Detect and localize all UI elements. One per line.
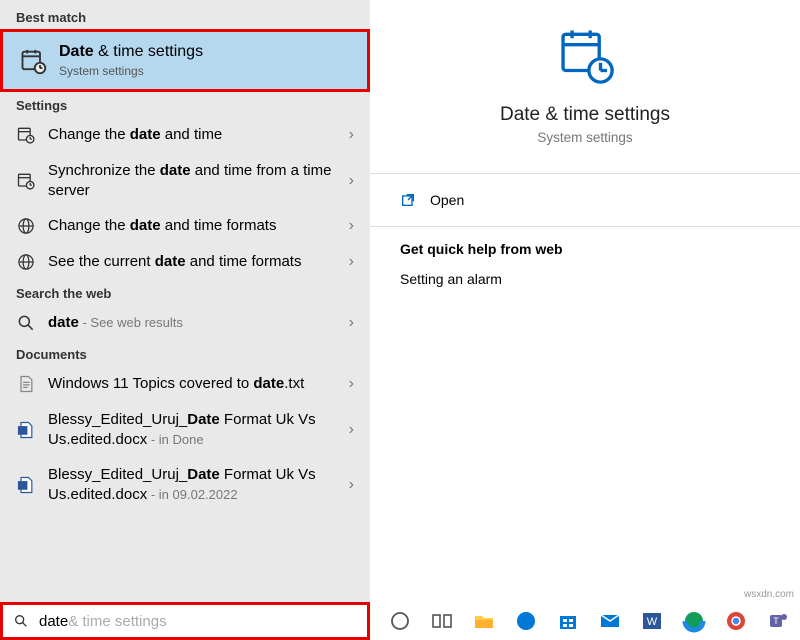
preview-subtitle: System settings	[537, 130, 632, 145]
document-result[interactable]: W Blessy_Edited_Uruj_Date Format Uk Vs U…	[0, 402, 370, 457]
calendar-clock-icon	[554, 24, 616, 86]
svg-text:W: W	[20, 483, 26, 489]
settings-result[interactable]: Synchronize the date and time from a tim…	[0, 153, 370, 208]
documents-header: Documents	[0, 341, 370, 366]
search-typed-text: date	[39, 613, 68, 630]
globe-icon	[16, 252, 36, 272]
preview-title: Date & time settings	[500, 104, 670, 126]
result-label: See the current date and time formats	[48, 252, 341, 272]
chevron-right-icon: ›	[349, 172, 354, 190]
web-result[interactable]: date - See web results ›	[0, 305, 370, 341]
result-label: Synchronize the date and time from a tim…	[48, 161, 341, 200]
preview-panel: Date & time settings System settings Ope…	[370, 0, 800, 602]
edge-icon[interactable]	[682, 609, 706, 633]
edge-legacy-icon[interactable]	[514, 609, 538, 633]
calendar-clock-icon	[16, 171, 36, 191]
result-label: Change the date and time formats	[48, 216, 341, 236]
result-label: Blessy_Edited_Uruj_Date Format Uk Vs Us.…	[48, 465, 341, 504]
file-explorer-icon[interactable]	[472, 609, 496, 633]
document-result[interactable]: W Blessy_Edited_Uruj_Date Format Uk Vs U…	[0, 457, 370, 512]
open-label: Open	[430, 192, 464, 208]
chrome-icon[interactable]	[724, 609, 748, 633]
chevron-right-icon: ›	[349, 421, 354, 439]
best-match-header: Best match	[0, 4, 370, 29]
best-match-title: Date & time settings	[59, 42, 203, 62]
open-action[interactable]: Open	[370, 174, 800, 226]
word-file-icon: W	[16, 420, 36, 440]
chevron-right-icon: ›	[349, 476, 354, 494]
search-box[interactable]: date & time settings	[0, 602, 370, 640]
settings-result[interactable]: Change the date and time formats ›	[0, 208, 370, 244]
svg-text:W: W	[647, 616, 658, 628]
search-ghost-text: & time settings	[68, 613, 166, 630]
settings-result[interactable]: Change the date and time ›	[0, 117, 370, 153]
best-match-subtitle: System settings	[59, 64, 203, 79]
svg-text:W: W	[20, 428, 26, 434]
search-icon	[16, 313, 36, 333]
document-result[interactable]: Windows 11 Topics covered to date.txt ›	[0, 366, 370, 402]
svg-text:T: T	[773, 616, 779, 626]
result-label: date - See web results	[48, 313, 341, 333]
chevron-right-icon: ›	[349, 126, 354, 144]
chevron-right-icon: ›	[349, 217, 354, 235]
best-match-result[interactable]: Date & time settings System settings	[0, 29, 370, 92]
chevron-right-icon: ›	[349, 253, 354, 271]
globe-icon	[16, 216, 36, 236]
search-results-panel: Best match Date & time settings System s…	[0, 0, 370, 602]
calendar-clock-icon	[19, 47, 47, 75]
open-icon	[400, 192, 416, 208]
mail-icon[interactable]	[598, 609, 622, 633]
cortana-icon[interactable]	[388, 609, 412, 633]
chevron-right-icon: ›	[349, 375, 354, 393]
settings-result[interactable]: See the current date and time formats ›	[0, 244, 370, 280]
watermark: wsxdn.com	[744, 589, 794, 600]
help-link-alarm[interactable]: Setting an alarm	[370, 267, 532, 291]
store-icon[interactable]	[556, 609, 580, 633]
word-icon[interactable]: W	[640, 609, 664, 633]
task-view-icon[interactable]	[430, 609, 454, 633]
result-label: Windows 11 Topics covered to date.txt	[48, 374, 341, 394]
calendar-clock-icon	[16, 125, 36, 145]
text-file-icon	[16, 374, 36, 394]
word-file-icon: W	[16, 475, 36, 495]
search-icon	[13, 613, 29, 629]
search-web-header: Search the web	[0, 280, 370, 305]
help-header: Get quick help from web	[370, 227, 593, 267]
chevron-right-icon: ›	[349, 314, 354, 332]
result-label: Change the date and time	[48, 125, 341, 145]
result-label: Blessy_Edited_Uruj_Date Format Uk Vs Us.…	[48, 410, 341, 449]
taskbar: date & time settings W T	[0, 602, 800, 640]
teams-icon[interactable]: T	[766, 609, 790, 633]
settings-header: Settings	[0, 92, 370, 117]
